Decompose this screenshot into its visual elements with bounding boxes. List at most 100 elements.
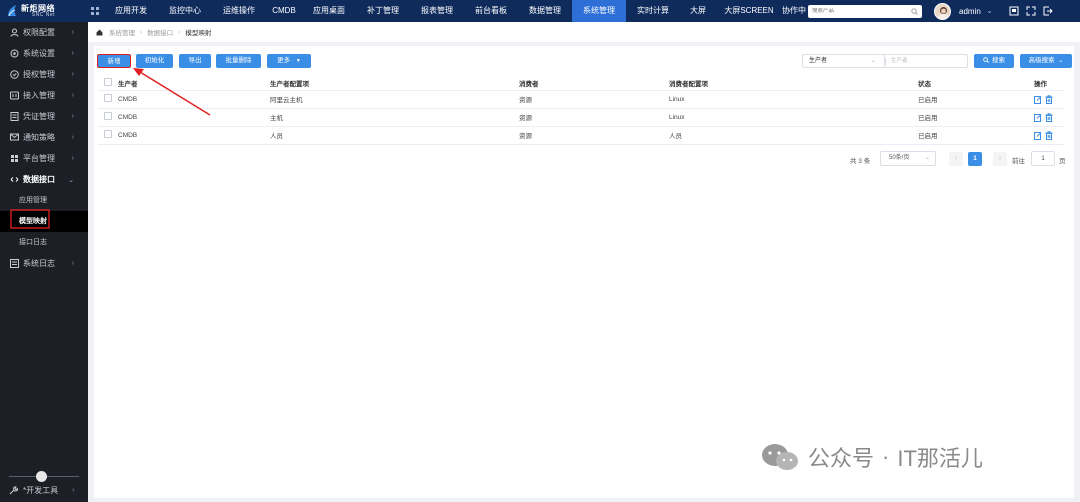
home-icon[interactable] (96, 29, 103, 36)
filter-field-select[interactable]: 生产者 ⌄ (802, 54, 884, 68)
column-header[interactable]: 生产者 (118, 77, 270, 91)
main-content: 系统管理 › 数据接口 › 模型映射 新增 初始化 导出 批量删除 更多 ▼ 生… (88, 22, 1080, 502)
sidebar-item-1[interactable]: 系统设置 › (0, 43, 88, 64)
sidebar-item-label: 平台管理 (23, 154, 55, 163)
breadcrumb-item[interactable]: 数据接口 (147, 27, 173, 37)
chevron-right-icon: › (71, 50, 74, 57)
chevron-down-icon: ⌄ (924, 155, 930, 161)
page-number-current[interactable]: 1 (968, 152, 982, 166)
next-page-button[interactable]: › (993, 152, 1007, 166)
nav-item-4[interactable]: 应用桌面 (302, 0, 356, 22)
batch-delete-button[interactable]: 批量删除 (216, 54, 261, 68)
sidebar-item-3[interactable]: 接入管理 › (0, 85, 88, 106)
sidebar-subitem-0[interactable]: 应用管理 (0, 190, 88, 211)
avatar[interactable] (934, 2, 951, 20)
nav-item-8[interactable]: 数据管理 (518, 0, 572, 22)
chevron-down-icon: ⌄ (68, 176, 74, 184)
screenshot-icon[interactable] (1009, 6, 1019, 16)
nav-item-7[interactable]: 前台看板 (464, 0, 518, 22)
nav-item-11[interactable]: 大屏 (680, 0, 716, 22)
search-input[interactable] (812, 8, 902, 14)
sidebar-item-label: 系统日志 (23, 259, 55, 268)
nav-item-9[interactable]: 系统管理 (572, 0, 626, 22)
table-row[interactable]: CMDB 主机 资源 Linux 已启用 (98, 108, 1064, 127)
nav-item-5[interactable]: 补丁管理 (356, 0, 410, 22)
search-button[interactable]: 搜索 (974, 54, 1014, 68)
nav-item-12[interactable]: 大屏SCREEN (716, 0, 782, 22)
pagination: 共 3 条 50条/页 ⌄ ‹ 1 › 前往 1 页 (94, 151, 1074, 169)
sidebar-subitem-2[interactable]: 接口日志 (0, 232, 88, 253)
app-grid-icon[interactable] (88, 0, 102, 22)
logout-icon[interactable] (1043, 6, 1053, 16)
row-checkbox[interactable] (104, 130, 112, 138)
watermark-text-a: 公众号 (808, 446, 875, 471)
more-button[interactable]: 更多 ▼ (267, 54, 311, 68)
sidebar-item-system-log[interactable]: 系统日志 › (0, 253, 88, 274)
column-header[interactable]: 生产者配置项 (270, 77, 519, 91)
credential-icon (9, 112, 19, 122)
breadcrumb-item[interactable]: 系统管理 (109, 27, 135, 37)
prev-page-button[interactable]: ‹ (949, 152, 963, 166)
edit-icon[interactable] (1034, 113, 1042, 122)
sidebar-item-2[interactable]: 授权管理 › (0, 64, 88, 85)
sidebar-item-label: 权限配置 (23, 28, 55, 37)
add-button[interactable]: 新增 (97, 54, 131, 68)
edit-icon[interactable] (1034, 131, 1042, 140)
nav-item-6[interactable]: 报表管理 (410, 0, 464, 22)
sidebar-item-4[interactable]: 凭证管理 › (0, 106, 88, 127)
delete-icon[interactable] (1045, 94, 1053, 104)
user-name[interactable]: admin (959, 7, 981, 16)
dev-tools-label: *开发工具 (23, 486, 59, 495)
user-menu[interactable]: admin ⌄ (934, 2, 993, 20)
filter-field-value: 生产者 (809, 58, 828, 64)
main-nav: 应用开发 监控中心 运维操作 CMDB 应用桌面 补丁管理 报表管理 前台看板 数据管理 系统管理… (104, 0, 806, 22)
row-checkbox[interactable] (104, 112, 112, 120)
table-cell: 资源 (519, 108, 669, 127)
dev-tools-menu[interactable]: *开发工具 › (9, 485, 74, 496)
table-row[interactable]: CMDB 人员 资源 人员 已启用 (98, 126, 1064, 145)
goto-page-input[interactable]: 1 (1031, 151, 1055, 166)
toolbar: 新增 初始化 导出 批量删除 更多 ▼ 生产者 ⌄ 生产者 搜索 高级搜索 ⌄ (94, 52, 1074, 70)
nav-item-0[interactable]: 应用开发 (104, 0, 158, 22)
sidebar-item-label: 通知策略 (23, 133, 55, 142)
nav-item-3[interactable]: CMDB (266, 0, 302, 22)
chevron-down-icon[interactable]: ⌄ (987, 7, 993, 15)
delete-icon[interactable] (1045, 130, 1053, 140)
table-row[interactable]: CMDB 阿里云主机 资源 Linux 已启用 (98, 90, 1064, 109)
select-all-checkbox[interactable] (104, 78, 112, 87)
table-cell: 人员 (669, 126, 918, 145)
sidebar-item-label: 凭证管理 (23, 112, 55, 121)
logo[interactable]: 新炬网络 SNC Net (0, 0, 88, 22)
user-icon (9, 28, 19, 38)
sidebar-item-0[interactable]: 权限配置 › (0, 22, 88, 43)
sidebar-subitem-1[interactable]: 模型映射 (0, 211, 88, 232)
app-window: 新炬网络 SNC Net 应用开发 监控中心 运维操作 CMDB 应用桌面 补丁管理 报表管… (0, 0, 1080, 502)
filter-input[interactable]: 生产者 (884, 54, 968, 68)
edit-icon[interactable] (1034, 95, 1042, 104)
page-suffix: 页 (1059, 158, 1066, 165)
page-size-select[interactable]: 50条/页 ⌄ (880, 151, 936, 166)
row-checkbox[interactable] (104, 94, 112, 102)
column-header[interactable]: 消费者配置项 (669, 77, 918, 91)
search-icon[interactable] (911, 7, 918, 15)
delete-icon[interactable] (1045, 112, 1053, 122)
fullscreen-icon[interactable] (1026, 6, 1036, 16)
nav-item-10[interactable]: 实时计算 (626, 0, 680, 22)
export-button[interactable]: 导出 (179, 54, 211, 68)
init-button[interactable]: 初始化 (136, 54, 173, 68)
collapse-slider-handle[interactable] (36, 471, 47, 482)
watermark-dot: · (882, 444, 890, 469)
sidebar-item-7[interactable]: 数据接口 ⌄ (0, 169, 88, 190)
nav-item-2[interactable]: 运维操作 (212, 0, 266, 22)
chevron-right-icon: › (71, 134, 74, 141)
content-panel: 新增 初始化 导出 批量删除 更多 ▼ 生产者 ⌄ 生产者 搜索 高级搜索 ⌄ … (94, 46, 1074, 498)
sidebar-item-5[interactable]: 通知策略 › (0, 127, 88, 148)
sidebar-item-6[interactable]: 平台管理 › (0, 148, 88, 169)
sidebar: 权限配置 › 系统设置 › 授权管理 › 接入管理 › 凭证管理 › 通知策略 › 平台管理 › 数据接口 ⌄… (0, 22, 88, 502)
column-header[interactable]: 消费者 (519, 77, 669, 91)
column-header[interactable]: 状态 (918, 77, 1034, 91)
product-search[interactable] (808, 4, 922, 18)
nav-item-1[interactable]: 监控中心 (158, 0, 212, 22)
advanced-search-button[interactable]: 高级搜索 ⌄ (1020, 54, 1072, 68)
nav-item-13[interactable]: 协作中 (782, 0, 806, 22)
